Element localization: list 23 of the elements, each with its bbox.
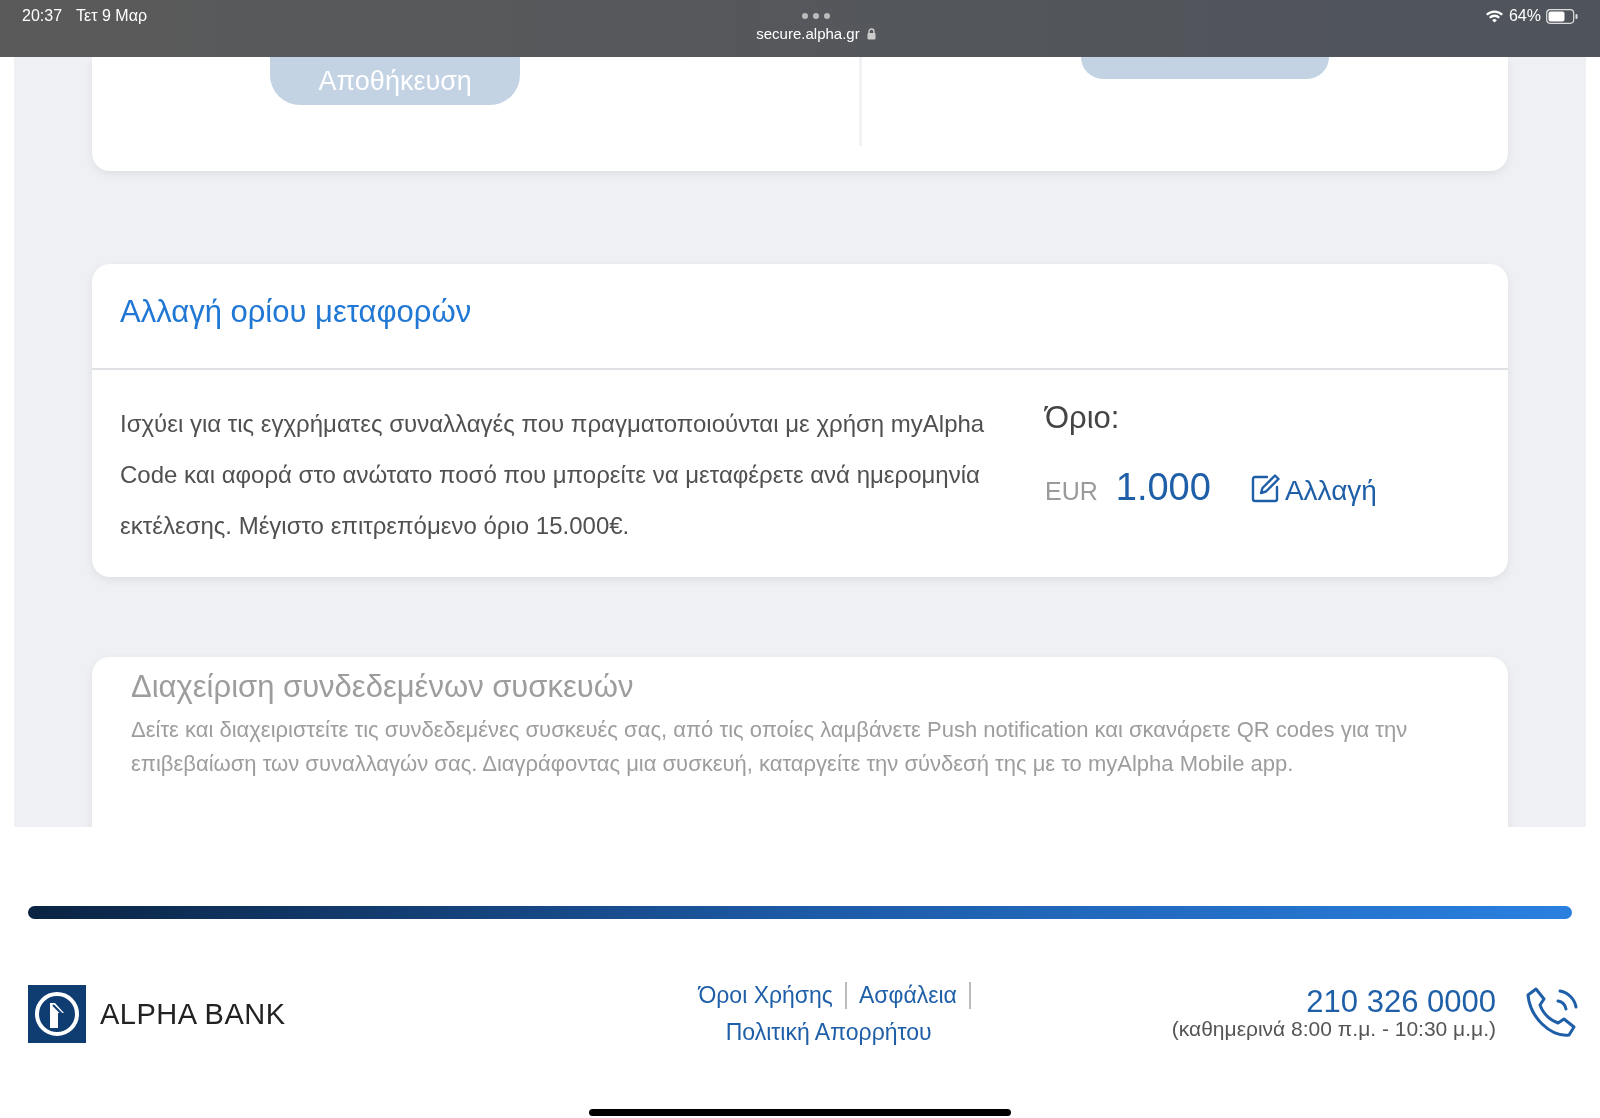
bank-logo-icon xyxy=(28,985,86,1043)
wifi-icon xyxy=(1484,9,1504,23)
description-text: Δείτε και διαχειριστείτε τις συνδεδεμένες συσκευές σας, από τις οποίες λαμβάνετε Push notification και σκανάρετε QR codes για την επιβεβαίωση των συναλλαγών σας. Διαγράφοντας μια συσκευή, καταργείτε την σύνδεσή της με το myAlpha Mobile app. xyxy=(131,716,1409,778)
limit-amount: 1.000 xyxy=(1115,466,1211,509)
hours-text: (καθημερινά 8:00 π.μ. - 10:30 μ.μ.) xyxy=(1171,1017,1496,1041)
status-time: 20:37 xyxy=(22,7,63,25)
phone-number[interactable]: 210 326 0000 xyxy=(1306,987,1496,1017)
url-text[interactable]: secure.alpha.gr xyxy=(756,25,860,42)
footer-link[interactable]: Πολιτική Απορρήτου xyxy=(713,1019,944,1046)
bank-name: ALPHA BANK xyxy=(100,997,286,1031)
limit-label: Όριο: xyxy=(1045,400,1121,436)
edit-icon[interactable] xyxy=(1250,472,1281,503)
description-text: Ισχύει για τις εγχρήματες συναλλαγές που πραγματοποιούνται με χρήση myAlpha Code και αφορά στο ανώτατο ποσό που μπορείτε να μεταφέρετε ανά ημερομηνία εκτέλεσης. Μέγιστο επιτρεπόμενο όριο 15.000€. xyxy=(120,409,986,541)
change-link[interactable]: Αλλαγή xyxy=(1284,475,1377,507)
lock-icon xyxy=(866,27,876,40)
footer-link[interactable]: Ασφάλεια xyxy=(846,982,971,1009)
status-date: Τετ 9 Μαρ xyxy=(76,7,147,25)
footer-link[interactable]: Όροι Χρήσης xyxy=(686,982,847,1009)
currency-label: EUR xyxy=(1045,477,1098,506)
section-title: Αλλαγή ορίου μεταφορών xyxy=(92,264,1508,370)
battery-percent: 64% xyxy=(1508,7,1541,25)
more-dots-icon[interactable] xyxy=(800,12,831,20)
battery-icon xyxy=(1546,8,1578,24)
